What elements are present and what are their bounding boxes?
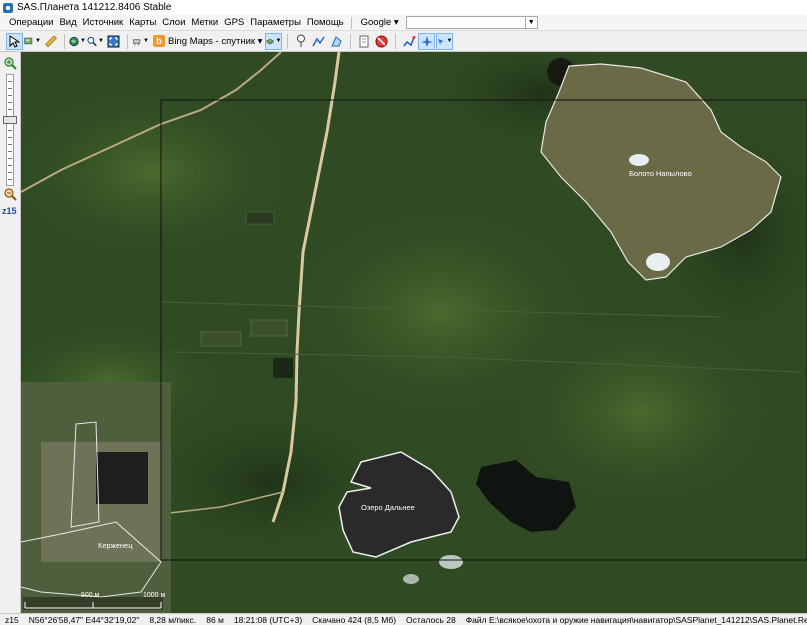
search-input[interactable] (405, 16, 526, 29)
menu-layers[interactable]: Слои (159, 17, 188, 28)
town-label: Керженец (98, 541, 133, 550)
status-file-path: Файл E:\всякое\охота и оружие навигация\… (465, 614, 807, 625)
satellite-map[interactable]: Болото Напылово Озеро Дальнее Керженец 5… (21, 52, 807, 613)
ruler-tool-icon[interactable] (42, 33, 59, 50)
fullscreen-icon[interactable] (105, 33, 122, 50)
cloud (646, 253, 670, 271)
menu-bar: Операции Вид Источник Карты Слои Метки G… (0, 15, 807, 31)
layers-icon[interactable]: ▼ (265, 32, 283, 50)
status-bar: z15 N56°26'58,47" E44°32'19,02" 8,28 м/п… (0, 613, 807, 625)
menu-settings[interactable]: Параметры (247, 17, 304, 28)
globe-icon[interactable]: ▼ (69, 33, 86, 50)
status-distance: 86 м (206, 614, 224, 625)
scale-label-1000: 1000 м (143, 592, 166, 599)
title-bar: SAS.Планета 141212.8406 Stable (0, 0, 807, 15)
menu-separator (350, 16, 352, 29)
menu-view[interactable]: Вид (56, 17, 79, 28)
placemarks-visibility-icon[interactable] (355, 33, 372, 50)
search-dropdown-button[interactable]: ▼ (525, 16, 538, 29)
menu-source[interactable]: Источник (80, 17, 127, 28)
add-polygon-icon[interactable] (328, 33, 345, 50)
menu-help[interactable]: Помощь (304, 17, 347, 28)
menu-operations[interactable]: Операции (6, 17, 56, 28)
zoom-slider-thumb[interactable] (3, 116, 17, 124)
add-path-icon[interactable] (310, 33, 327, 50)
town-dark-patch (96, 452, 148, 504)
zoom-in-icon[interactable] (3, 57, 17, 71)
app-icon (3, 2, 13, 13)
select-area-tool-icon[interactable]: ▼ (24, 33, 41, 50)
zoom-search-icon[interactable]: ▼ (87, 33, 104, 50)
zoom-level-label: z15 (2, 206, 17, 216)
bing-icon: b (153, 35, 165, 47)
status-coordinates: N56°26'58,47" E44°32'19,02" (28, 614, 140, 625)
search-engine-select[interactable]: Google ▾ (358, 17, 402, 28)
satellite-icon[interactable]: ▼ (132, 33, 149, 50)
lake-label: Озеро Дальнее (361, 503, 415, 512)
map-source-label: Bing Maps - спутник ▾ (168, 35, 263, 47)
scale-label-500: 500 м (81, 592, 100, 599)
zoom-bar: z15 (0, 52, 21, 613)
menu-marks[interactable]: Метки (188, 17, 221, 28)
menu-gps[interactable]: GPS (221, 17, 247, 28)
status-downloaded: Скачано 424 (8,5 Мб) (312, 614, 397, 625)
pointer-tool-icon[interactable] (6, 32, 23, 50)
status-resolution: 8,28 м/пикс. (149, 614, 197, 625)
main-toolbar: ▼ ▼ ▼ ▼ b Bing Maps - спутник ▾ ▼ ▼ (0, 31, 807, 52)
status-time: 18:21:08 (UTC+3) (233, 614, 303, 625)
menu-maps[interactable]: Карты (126, 17, 159, 28)
zoom-out-icon[interactable] (3, 188, 17, 202)
map-source-dropdown[interactable]: b Bing Maps - спутник ▾ (150, 35, 265, 47)
cloud (629, 154, 649, 166)
no-placemarks-icon[interactable] (373, 33, 390, 50)
zoom-slider-track[interactable] (6, 74, 14, 186)
add-placemark-icon[interactable] (292, 33, 309, 50)
gps-center-icon[interactable]: ▼ (436, 32, 454, 50)
window-title: SAS.Планета 141212.8406 Stable (17, 2, 172, 13)
bog-label: Болото Напылово (629, 169, 692, 178)
gps-track-icon[interactable] (418, 32, 436, 50)
gps-connect-icon[interactable] (400, 33, 417, 50)
map-view[interactable]: Болото Напылово Озеро Дальнее Керженец 5… (21, 52, 807, 613)
status-zoom: z15 (5, 614, 19, 625)
status-remaining: Осталось 28 (406, 614, 456, 625)
